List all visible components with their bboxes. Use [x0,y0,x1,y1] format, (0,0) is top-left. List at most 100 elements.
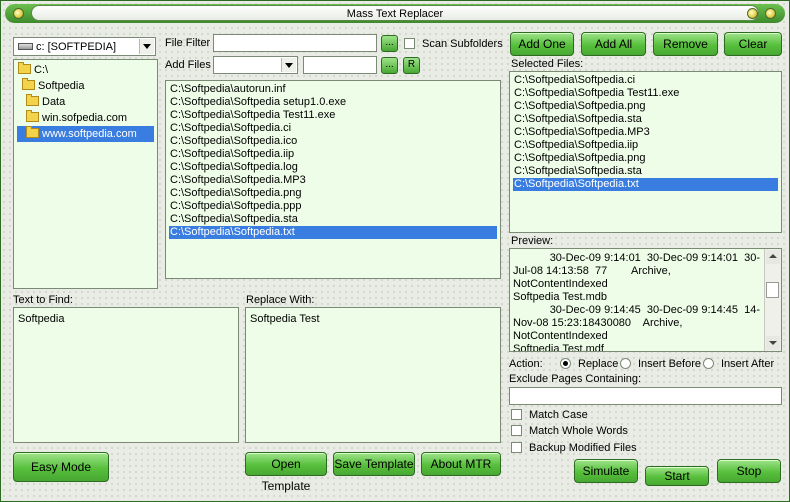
file-list[interactable]: C:\Softpedia\autorun.inf C:\Softpedia\Sof… [165,80,501,279]
refresh-button[interactable]: R [403,57,420,74]
add-files-select[interactable] [213,56,298,74]
selected-file-item[interactable]: C:\Softpedia\Softpedia.png [513,100,778,113]
preview-scrollbar[interactable] [764,249,781,351]
selected-file-item[interactable]: C:\Softpedia\Softpedia.MP3 [513,126,778,139]
menu-dot-icon[interactable] [13,8,24,19]
folder-tree-item-label: C:\ [34,64,49,76]
replace-radio[interactable] [560,358,571,369]
add-one-button[interactable]: Add One [510,32,574,56]
selected-file-item-label: C:\Softpedia\Softpedia.sta [514,165,642,177]
scan-subfolders-label: Scan Subfolders [422,38,503,50]
backup-checkbox[interactable] [511,442,522,453]
save-template-button[interactable]: Save Template [333,452,415,476]
insert-before-label: Insert Before [638,358,701,370]
file-list-item-label: C:\Softpedia\Softpedia.log [170,161,298,173]
file-list-item-label: C:\Softpedia\Softpedia.iip [170,148,295,160]
file-list-item[interactable]: C:\Softpedia\autorun.inf [169,83,497,96]
selected-files-list[interactable]: C:\Softpedia\Softpedia.ci C:\Softpedia\So… [509,71,782,233]
folder-tree-item[interactable]: C:\ [17,62,154,78]
file-list-item[interactable]: C:\Softpedia\Softpedia.png [169,187,497,200]
match-whole-words-label: Match Whole Words [529,425,628,437]
preview-text: 30-Dec-09 9:14:01 30-Dec-09 9:14:01 30-J… [513,252,761,352]
selected-file-item-label: C:\Softpedia\Softpedia.sta [514,113,642,125]
add-files-input[interactable] [303,56,377,74]
file-list-item[interactable]: C:\Softpedia\Softpedia.iip [169,148,497,161]
file-list-item[interactable]: C:\Softpedia\Softpedia.txt [169,226,497,239]
file-filter-browse-button[interactable]: ... [381,35,398,52]
selected-file-item[interactable]: C:\Softpedia\Softpedia.png [513,152,778,165]
action-label: Action: [509,358,543,370]
file-list-item[interactable]: C:\Softpedia\Softpedia.ico [169,135,497,148]
text-to-find-label: Text to Find: [13,294,73,306]
file-list-item-label: C:\Softpedia\Softpedia.MP3 [170,174,306,186]
text-to-find-value: Softpedia [18,313,65,325]
replace-with-label: Replace With: [246,294,315,306]
selected-file-item[interactable]: C:\Softpedia\Softpedia.txt [513,178,778,191]
selected-file-item[interactable]: C:\Softpedia\Softpedia.ci [513,74,778,87]
file-list-item[interactable]: C:\Softpedia\Softpedia Test11.exe [169,109,497,122]
selected-file-item-label: C:\Softpedia\Softpedia.txt [514,178,639,190]
folder-tree-item[interactable]: Data [17,94,154,110]
add-files-browse-button[interactable]: ... [381,57,398,74]
stop-button[interactable]: Stop [717,459,781,483]
folder-icon [18,62,31,74]
minimize-dot-icon[interactable] [747,8,758,19]
match-whole-words-checkbox[interactable] [511,425,522,436]
chevron-down-icon[interactable] [139,39,154,54]
selected-file-item[interactable]: C:\Softpedia\Softpedia Test11.exe [513,87,778,100]
file-filter-input[interactable] [213,34,377,52]
replace-with-field[interactable]: Softpedia Test [245,307,501,443]
file-list-item-label: C:\Softpedia\autorun.inf [170,83,286,95]
start-button[interactable]: Start [645,466,709,486]
insert-after-radio[interactable] [703,358,714,369]
folder-tree[interactable]: C:\ Softpedia Data win.sofpedia.com www.soft… [13,59,158,289]
scan-subfolders-checkbox[interactable] [404,38,415,49]
title-bar[interactable]: Mass Text Replacer [5,4,785,23]
file-list-item-label: C:\Softpedia\Softpedia.png [170,187,302,199]
selected-files-label: Selected Files: [511,58,584,70]
scroll-down-icon[interactable] [766,336,780,350]
file-list-item[interactable]: C:\Softpedia\Softpedia setup1.0.exe [169,96,497,109]
easy-mode-button[interactable]: Easy Mode [13,452,109,482]
about-button[interactable]: About MTR [421,452,501,476]
close-dot-icon[interactable] [765,8,776,19]
add-all-button[interactable]: Add All [581,32,646,56]
selected-file-item-label: C:\Softpedia\Softpedia.MP3 [514,126,650,138]
preview-label: Preview: [511,235,554,247]
simulate-button[interactable]: Simulate [574,459,638,483]
file-list-item[interactable]: C:\Softpedia\Softpedia.ci [169,122,497,135]
preview-box[interactable]: 30-Dec-09 9:14:01 30-Dec-09 9:14:01 30-J… [509,248,782,352]
selected-file-item-label: C:\Softpedia\Softpedia.png [514,100,646,112]
window-title: Mass Text Replacer [31,5,759,21]
drive-select-value: c: [SOFTPEDIA] [18,41,116,53]
clear-button[interactable]: Clear [724,32,782,56]
remove-button[interactable]: Remove [653,32,718,56]
match-case-checkbox[interactable] [511,409,522,420]
selected-file-item[interactable]: C:\Softpedia\Softpedia.iip [513,139,778,152]
scroll-up-icon[interactable] [766,250,780,264]
selected-file-item-label: C:\Softpedia\Softpedia.ci [514,74,636,86]
folder-tree-item[interactable]: Softpedia [17,78,154,94]
file-list-item-label: C:\Softpedia\Softpedia.ico [170,135,298,147]
main-window: Mass Text Replacer c: [SOFTPEDIA] C:\ Sof… [0,0,790,502]
file-list-item[interactable]: C:\Softpedia\Softpedia.ppp [169,200,497,213]
folder-icon [26,94,39,106]
file-list-item-label: C:\Softpedia\Softpedia.txt [170,226,295,238]
chevron-down-icon[interactable] [281,58,296,72]
file-list-item[interactable]: C:\Softpedia\Softpedia.sta [169,213,497,226]
file-list-item[interactable]: C:\Softpedia\Softpedia.log [169,161,497,174]
file-list-item-label: C:\Softpedia\Softpedia.sta [170,213,298,225]
selected-file-item[interactable]: C:\Softpedia\Softpedia.sta [513,165,778,178]
selected-file-item[interactable]: C:\Softpedia\Softpedia.sta [513,113,778,126]
exclude-input[interactable] [509,387,782,405]
insert-before-radio[interactable] [620,358,631,369]
scroll-thumb[interactable] [766,282,779,298]
folder-icon [26,126,39,138]
open-template-button[interactable]: Open Template [245,452,327,493]
text-to-find-field[interactable]: Softpedia [13,307,239,443]
match-case-label: Match Case [529,409,588,421]
folder-tree-item[interactable]: win.sofpedia.com [17,110,154,126]
file-list-item[interactable]: C:\Softpedia\Softpedia.MP3 [169,174,497,187]
folder-tree-item[interactable]: www.softpedia.com [17,126,154,142]
drive-select[interactable]: c: [SOFTPEDIA] [13,37,156,56]
